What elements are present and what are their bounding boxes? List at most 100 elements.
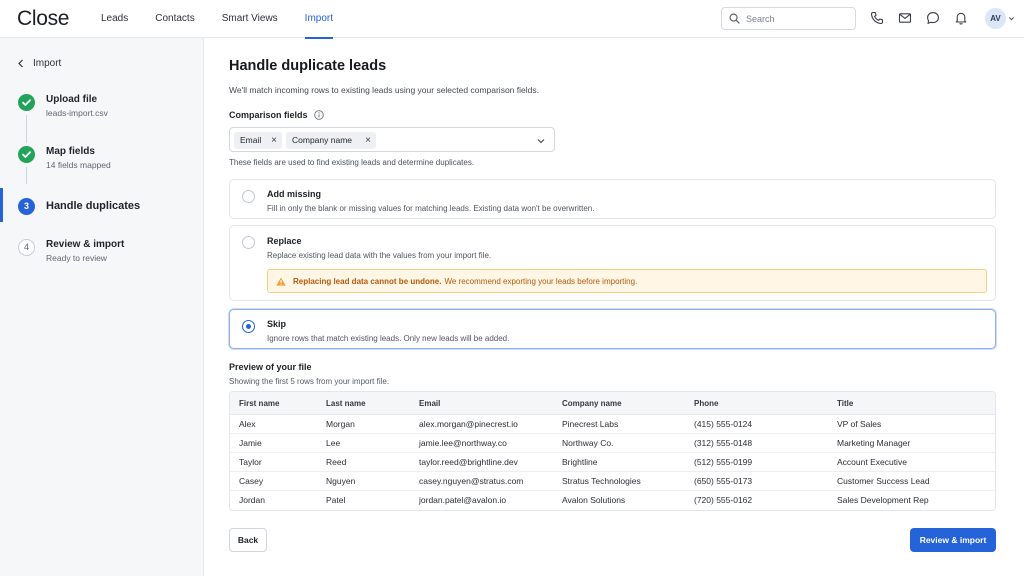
cell-company-name: Northway Co. (562, 438, 614, 448)
comparison-fields-label: Comparison fields (229, 110, 324, 120)
cell-company-name: Pinecrest Labs (562, 419, 619, 429)
radio-skip[interactable] (242, 320, 255, 333)
cell-email: taylor.reed@brightline.dev (419, 457, 518, 467)
nav-leads[interactable]: Leads (101, 0, 128, 38)
search-input[interactable] (746, 13, 846, 24)
cell-email: jamie.lee@northway.co (419, 438, 507, 448)
info-icon[interactable] (313, 110, 324, 120)
option-title: Skip (267, 319, 287, 329)
cell-email: jordan.patel@avalon.io (419, 495, 507, 505)
phone-icon[interactable] (870, 11, 884, 25)
column-header-last-name: Last name (326, 399, 366, 408)
chat-icon[interactable] (926, 11, 940, 25)
column-header-phone: Phone (694, 399, 719, 408)
option-description: Replace existing lead data with the valu… (267, 251, 492, 260)
cell-first-name: Casey (239, 476, 264, 486)
preview-title: Preview of your file (229, 362, 312, 372)
table-row: Casey Nguyen casey.nguyen@stratus.com St… (230, 472, 995, 491)
comparison-fields-help: These fields are used to find existing l… (229, 158, 475, 167)
page-title: Handle duplicate leads (229, 58, 387, 74)
table-row: Taylor Reed taylor.reed@brightline.dev B… (230, 453, 995, 472)
back-link-label: Import (33, 58, 62, 69)
cell-title: Account Executive (837, 457, 907, 467)
app-logo[interactable]: Close (17, 7, 70, 31)
column-header-title: Title (837, 399, 854, 408)
option-description: Fill in only the blank or missing values… (267, 204, 595, 213)
chevron-left-icon (18, 59, 23, 68)
page-subtitle: We'll match incoming rows to existing le… (229, 85, 539, 95)
close-icon[interactable]: × (271, 132, 277, 149)
chevron-down-icon[interactable] (1008, 15, 1015, 22)
step-complete-badge (18, 94, 35, 111)
option-replace[interactable]: Replace Replace existing lead data with … (229, 225, 996, 301)
step-title: Upload file (46, 94, 98, 105)
cell-last-name: Patel (326, 495, 346, 505)
table-header: First name Last name Email Company name … (230, 392, 995, 415)
step-title: Map fields (46, 146, 95, 157)
current-step-indicator (0, 188, 3, 222)
cell-email: alex.morgan@pinecrest.io (419, 419, 518, 429)
option-title: Replace (267, 236, 302, 246)
column-header-first-name: First name (239, 399, 280, 408)
chip-label: Email (240, 135, 262, 145)
main-nav: Leads Contacts Smart Views Import (101, 0, 360, 39)
chip-email: Email × (234, 132, 282, 149)
main-content: Handle duplicate leads We'll match incom… (204, 38, 1024, 576)
warning-text: We recommend exporting your leads before… (444, 276, 638, 286)
option-title: Add missing (267, 189, 322, 199)
table-row: Jamie Lee jamie.lee@northway.co Northway… (230, 434, 995, 453)
nav-smart-views[interactable]: Smart Views (222, 0, 278, 38)
option-description: Ignore rows that match existing leads. O… (267, 334, 510, 343)
chevron-down-icon[interactable] (537, 137, 545, 145)
preview-table: First name Last name Email Company name … (229, 391, 996, 511)
table-row: Jordan Patel jordan.patel@avalon.io Aval… (230, 491, 995, 510)
close-icon[interactable]: × (365, 132, 371, 149)
back-to-import-link[interactable]: Import (17, 58, 61, 69)
cell-company-name: Stratus Technologies (562, 476, 641, 486)
step-title: Handle duplicates (46, 200, 141, 212)
back-button[interactable]: Back (229, 528, 267, 552)
cell-title: VP of Sales (837, 419, 882, 429)
user-avatar[interactable]: AV (985, 8, 1006, 29)
bell-icon[interactable] (954, 11, 968, 25)
cell-company-name: Brightline (562, 457, 598, 467)
option-skip[interactable]: Skip Ignore rows that match existing lea… (229, 309, 996, 349)
cell-email: casey.nguyen@stratus.com (419, 476, 524, 486)
column-header-email: Email (419, 399, 441, 408)
replace-warning-banner: Replacing lead data cannot be undone. We… (267, 269, 987, 293)
import-steps-sidebar: Import Upload file leads-import.csv Map … (0, 38, 204, 576)
column-header-company-name: Company name (562, 399, 622, 408)
top-bar: Close Leads Contacts Smart Views Import … (0, 0, 1024, 39)
table-row: Alex Morgan alex.morgan@pinecrest.io Pin… (230, 415, 995, 434)
review-import-button[interactable]: Review & import (910, 528, 996, 552)
preview-subtitle: Showing the first 5 rows from your impor… (229, 377, 390, 386)
mail-icon[interactable] (898, 11, 912, 25)
check-icon (22, 151, 31, 158)
step-subtitle: Ready to review (46, 253, 107, 263)
step-complete-badge (18, 146, 35, 163)
search-box[interactable] (721, 7, 856, 30)
cell-last-name: Nguyen (326, 476, 356, 486)
cell-first-name: Jordan (239, 495, 265, 505)
cell-first-name: Taylor (239, 457, 262, 467)
radio-add-missing[interactable] (242, 190, 255, 203)
cell-phone: (415) 555-0124 (694, 419, 753, 429)
cell-company-name: Avalon Solutions (562, 495, 626, 505)
nav-import[interactable]: Import (304, 0, 334, 39)
search-icon (729, 13, 740, 24)
warning-strong-text: Replacing lead data cannot be undone. (293, 276, 442, 286)
cell-last-name: Morgan (326, 419, 355, 429)
radio-replace[interactable] (242, 236, 255, 249)
option-add-missing[interactable]: Add missing Fill in only the blank or mi… (229, 179, 996, 219)
chip-company-name: Company name × (286, 132, 376, 149)
nav-contacts[interactable]: Contacts (155, 0, 194, 38)
step-title: Review & import (46, 239, 125, 250)
cell-phone: (650) 555-0173 (694, 476, 753, 486)
warning-icon (276, 277, 286, 286)
step-connector (26, 115, 27, 143)
cell-first-name: Jamie (239, 438, 262, 448)
comparison-fields-select[interactable]: Email × Company name × (229, 127, 555, 152)
step-subtitle: leads-import.csv (46, 108, 108, 118)
cell-last-name: Lee (326, 438, 341, 448)
step-number-badge: 3 (18, 198, 35, 215)
